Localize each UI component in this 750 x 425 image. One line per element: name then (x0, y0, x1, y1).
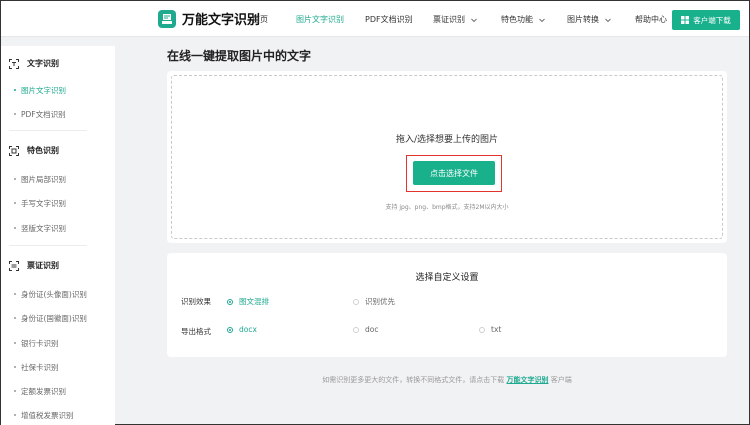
sidebar-item-partial-ocr[interactable]: 图片局部识别 (14, 174, 66, 185)
sidebar-item-idcard-back[interactable]: 身份证(国徽面)识别 (14, 313, 87, 324)
brand[interactable]: 万能文字识别 (158, 9, 260, 28)
chevron-down-icon (471, 18, 477, 22)
scan-feature-icon (9, 145, 19, 156)
option-doc[interactable]: doc (353, 325, 378, 334)
sidebar-divider (9, 245, 87, 246)
chevron-down-icon (539, 18, 545, 22)
brand-logo-icon (158, 9, 176, 28)
radio-selected[interactable] (227, 298, 233, 305)
windows-icon (681, 16, 690, 24)
format-hint: 支持 jpg、png、bmp格式，支持2M以内大小 (385, 204, 509, 211)
sidebar-divider (9, 130, 87, 131)
nav-pdf-ocr[interactable]: PDF文档识别 (365, 14, 413, 25)
recognition-effect-label: 识别效果 (181, 297, 211, 306)
nav-help[interactable]: 帮助中心 (635, 14, 667, 25)
sidebar-item-fixed-invoice[interactable]: 定额发票识别 (14, 386, 66, 397)
footer-note: 如需识别更多更大的文件，转换不同格式文件，请点击下载 万能文字识别 客户端 (322, 376, 572, 384)
sidebar-item-social-security-card[interactable]: 社保卡识别 (14, 362, 59, 373)
sidebar-section-text-ocr: 文字识别 (9, 58, 59, 69)
upload-dropzone[interactable]: 拖入/选择想要上传的图片 点击选择文件 支持 jpg、png、bmp格式，支持2… (171, 75, 723, 239)
client-download-button[interactable]: 客户端下载 (672, 10, 740, 30)
radio-selected[interactable] (227, 326, 233, 333)
option-docx[interactable]: docx (227, 325, 257, 334)
choose-file-button[interactable]: 点击选择文件 (413, 161, 495, 185)
option-txt[interactable]: txt (479, 325, 501, 334)
sidebar-item-pdf-ocr[interactable]: PDF文档识别 (14, 109, 66, 120)
radio-unselected[interactable] (353, 298, 359, 305)
brand-name: 万能文字识别 (182, 13, 261, 28)
option-recognition-priority[interactable]: 识别优先 (353, 296, 395, 307)
sidebar-item-bankcard[interactable]: 银行卡识别 (14, 338, 59, 349)
settings-title: 选择自定义设置 (415, 273, 479, 283)
top-navbar: 万能文字识别 首页 图片文字识别 PDF文档识别 票证识别 特色功能 图片转换 … (1, 1, 749, 37)
nav-home[interactable]: 首页 (252, 14, 268, 25)
upload-hint: 拖入/选择想要上传的图片 (395, 135, 499, 145)
upload-card: 拖入/选择想要上传的图片 点击选择文件 支持 jpg、png、bmp格式，支持2… (167, 71, 727, 243)
sidebar-section-feature-ocr: 特色识别 (9, 145, 59, 156)
sidebar-item-image-ocr[interactable]: 图片文字识别 (14, 85, 66, 96)
sidebar-item-handwriting-ocr[interactable]: 手写文字识别 (14, 198, 66, 209)
option-mixed-layout[interactable]: 图文混排 (227, 296, 269, 307)
sidebar-item-vertical-ocr[interactable]: 竖版文字识别 (14, 223, 66, 234)
radio-unselected[interactable] (353, 326, 359, 333)
nav-features[interactable]: 特色功能 (501, 14, 546, 25)
nav-image-convert[interactable]: 图片转换 (567, 14, 612, 25)
sidebar: 文字识别 图片文字识别 PDF文档识别 特色识别 图片局部识别 手写文字识别 竖… (1, 46, 115, 425)
scan-ticket-icon (9, 260, 19, 271)
settings-card: 选择自定义设置 识别效果 图文混排 识别优先 导出格式 docx doc txt (167, 253, 727, 357)
export-format-label: 导出格式 (181, 327, 211, 336)
footer-download-link[interactable]: 万能文字识别 (507, 376, 549, 384)
nav-ticket-ocr[interactable]: 票证识别 (433, 14, 478, 25)
radio-unselected[interactable] (479, 326, 485, 333)
chevron-down-icon (605, 18, 611, 22)
sidebar-section-ticket-ocr: 票证识别 (9, 260, 59, 271)
nav-image-ocr[interactable]: 图片文字识别 (296, 14, 344, 25)
page-title: 在线一键提取图片中的文字 (167, 49, 312, 63)
scan-text-icon (9, 58, 19, 69)
sidebar-item-idcard-front[interactable]: 身份证(头像面)识别 (14, 289, 87, 300)
sidebar-item-vat-invoice[interactable]: 增值税发票识别 (14, 410, 74, 421)
